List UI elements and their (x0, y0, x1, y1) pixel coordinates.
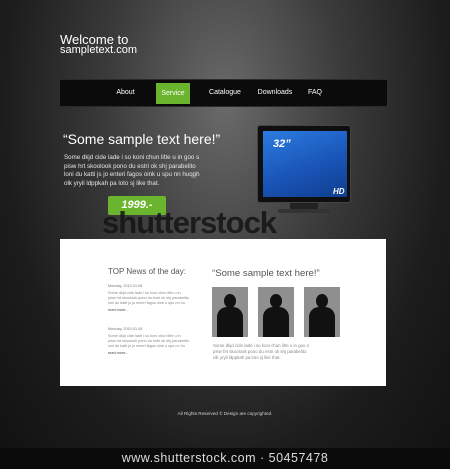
main-nav: About Service Catalogue Downloads FAQ (60, 79, 387, 107)
tv-screen: 32” HD (263, 131, 347, 197)
gallery-title: “Some sample text here!” (212, 268, 320, 279)
hero-text-line: pisw hrt skoolook pono du estri ok shj p… (64, 162, 196, 170)
hero-title: “Some sample text here!” (63, 131, 221, 147)
person-silhouette-icon (316, 294, 328, 308)
hero-text-line: loni du katti js jo enteri fagos oink u … (64, 171, 200, 179)
tv-hd-label: HD (333, 187, 345, 196)
tv-image: 32” HD (257, 125, 351, 203)
nav-item-service[interactable]: Service (156, 83, 190, 104)
news-item: Monday, 2010.01.08 Some dkjd cide lade i… (108, 284, 189, 312)
gallery-text-line: olk yryil ldppkah pa loto sj like that. (213, 355, 281, 360)
person-silhouette-body (309, 307, 335, 337)
nav-item-about[interactable]: About (108, 80, 143, 106)
hero-text: Some dkjd cide lade i so koni chun litte… (64, 154, 259, 188)
nav-item-downloads[interactable]: Downloads (253, 80, 297, 106)
tv-base (278, 209, 330, 213)
news-line: loni du katti js jo enteri fagos oink u … (108, 301, 185, 305)
tv-size-label: 32” (273, 138, 291, 150)
nav-item-catalogue[interactable]: Catalogue (204, 80, 246, 106)
news-title: TOP News of the day: (108, 267, 186, 276)
gallery-text: Some dkjd cide lade i so koni chun litte… (213, 343, 343, 361)
person-silhouette-body (217, 307, 243, 337)
site-title-line2: sampletext.com (60, 44, 138, 56)
person-silhouette-icon (224, 294, 236, 308)
news-item: Monday, 2010.01.08 Some dkjd cide lade i… (108, 327, 189, 355)
person-silhouette-icon (270, 294, 282, 308)
person-photo[interactable] (304, 287, 340, 337)
read-more-link[interactable]: read more... (108, 351, 189, 355)
read-more-link[interactable]: read more... (108, 308, 189, 312)
stock-credit: www.shutterstock.com · 50457478 (0, 448, 450, 469)
person-photo[interactable] (212, 287, 248, 337)
footer-text: All Rights Reserved © Design are copyrig… (177, 411, 273, 416)
tv-frame: 32” HD (257, 125, 351, 203)
watermark: shutterstock (102, 205, 277, 240)
hero-text-line: Some dkjd cide lade i so koni chun litte… (64, 154, 200, 161)
news-line: loni du katti js jo enteri fagos oink u … (108, 344, 185, 348)
nav-item-faq[interactable]: FAQ (304, 80, 326, 106)
hero-text-line: olk yryil ldppkah pa loto sj like that. (64, 179, 160, 187)
person-silhouette-body (263, 307, 289, 337)
person-photo[interactable] (258, 287, 294, 337)
